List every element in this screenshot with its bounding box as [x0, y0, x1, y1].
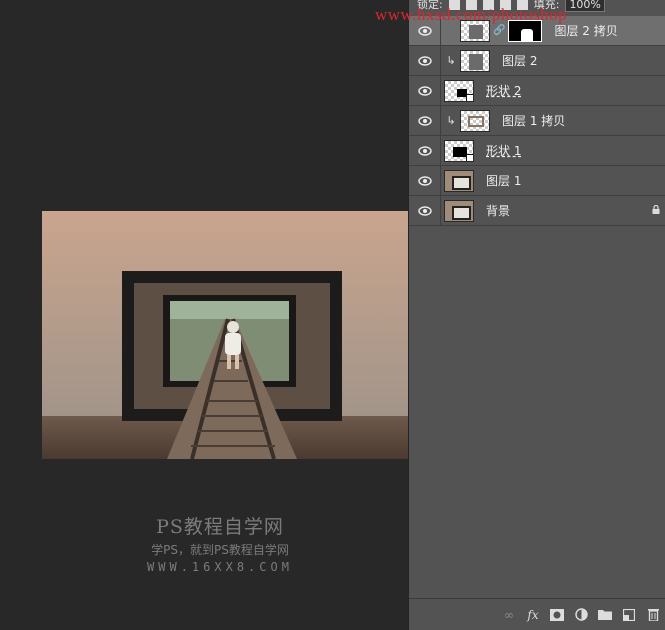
layer-row[interactable]: 形状 1: [409, 135, 665, 166]
document-canvas[interactable]: PS教程自学网 学PS，就到PS教程自学网 WWW.16XX8.COM: [0, 0, 408, 630]
layer-thumbnail[interactable]: [444, 139, 474, 162]
site-watermark: PS教程自学网 学PS，就到PS教程自学网 WWW.16XX8.COM: [100, 512, 340, 574]
layer-name[interactable]: 图层 2: [502, 52, 537, 69]
layer-row[interactable]: ↳ 图层 1 拷贝: [409, 105, 665, 136]
site-watermark-title: PS教程自学网: [156, 516, 284, 538]
layer-name[interactable]: 图层 1 拷贝: [502, 112, 565, 129]
clipping-arrow-icon: ↳: [446, 54, 456, 67]
fx-icon[interactable]: fx: [526, 608, 540, 622]
new-group-icon[interactable]: [598, 608, 612, 622]
visibility-eye-icon[interactable]: [409, 105, 441, 136]
lock-icon[interactable]: [652, 205, 660, 214]
layers-panel: 锁定: 填充: 100% 🔗 图层 2 拷贝 ↳ 图层 2 形状 2 ↳ 图层 …: [408, 0, 665, 630]
layer-row[interactable]: 图层 1: [409, 165, 665, 196]
layer-name[interactable]: 形状 1: [486, 142, 521, 159]
clipping-arrow-icon: ↳: [446, 114, 456, 127]
visibility-eye-icon[interactable]: [409, 165, 441, 196]
visibility-eye-icon[interactable]: [409, 135, 441, 166]
site-watermark-subtitle: 学PS，就到PS教程自学网: [151, 543, 289, 557]
layers-empty-area: [409, 226, 665, 598]
layer-name[interactable]: 背景: [486, 202, 510, 219]
visibility-eye-icon[interactable]: [409, 75, 441, 106]
layer-row[interactable]: ↳ 图层 2: [409, 45, 665, 76]
layer-thumbnail[interactable]: [460, 49, 490, 72]
layer-row[interactable]: 形状 2: [409, 75, 665, 106]
layer-name[interactable]: 形状 2: [486, 82, 521, 99]
overlay-watermark-url: www.hxsd.com/photoshop: [375, 5, 568, 24]
visibility-eye-icon[interactable]: [409, 45, 441, 76]
shape-layer-icon: [466, 93, 473, 101]
adjustment-layer-icon[interactable]: [574, 608, 588, 622]
layer-thumbnail[interactable]: [460, 109, 490, 132]
shape-layer-icon: [466, 153, 473, 161]
add-mask-icon[interactable]: [550, 608, 564, 622]
fill-input[interactable]: 100%: [565, 0, 605, 12]
link-icon[interactable]: ∞: [502, 608, 516, 622]
new-layer-icon[interactable]: [622, 608, 636, 622]
trash-icon[interactable]: [646, 608, 660, 622]
layers-footer: ∞ fx: [409, 598, 665, 630]
canvas-image: [42, 211, 408, 459]
layer-thumbnail[interactable]: [444, 199, 474, 222]
layer-row[interactable]: 背景: [409, 195, 665, 226]
layer-thumbnail[interactable]: [444, 169, 474, 192]
layer-name[interactable]: 图层 1: [486, 172, 521, 189]
site-watermark-url: WWW.16XX8.COM: [147, 560, 293, 574]
chain-link-icon[interactable]: 🔗: [493, 25, 505, 36]
visibility-eye-icon[interactable]: [409, 195, 441, 226]
layer-thumbnail[interactable]: [444, 79, 474, 102]
